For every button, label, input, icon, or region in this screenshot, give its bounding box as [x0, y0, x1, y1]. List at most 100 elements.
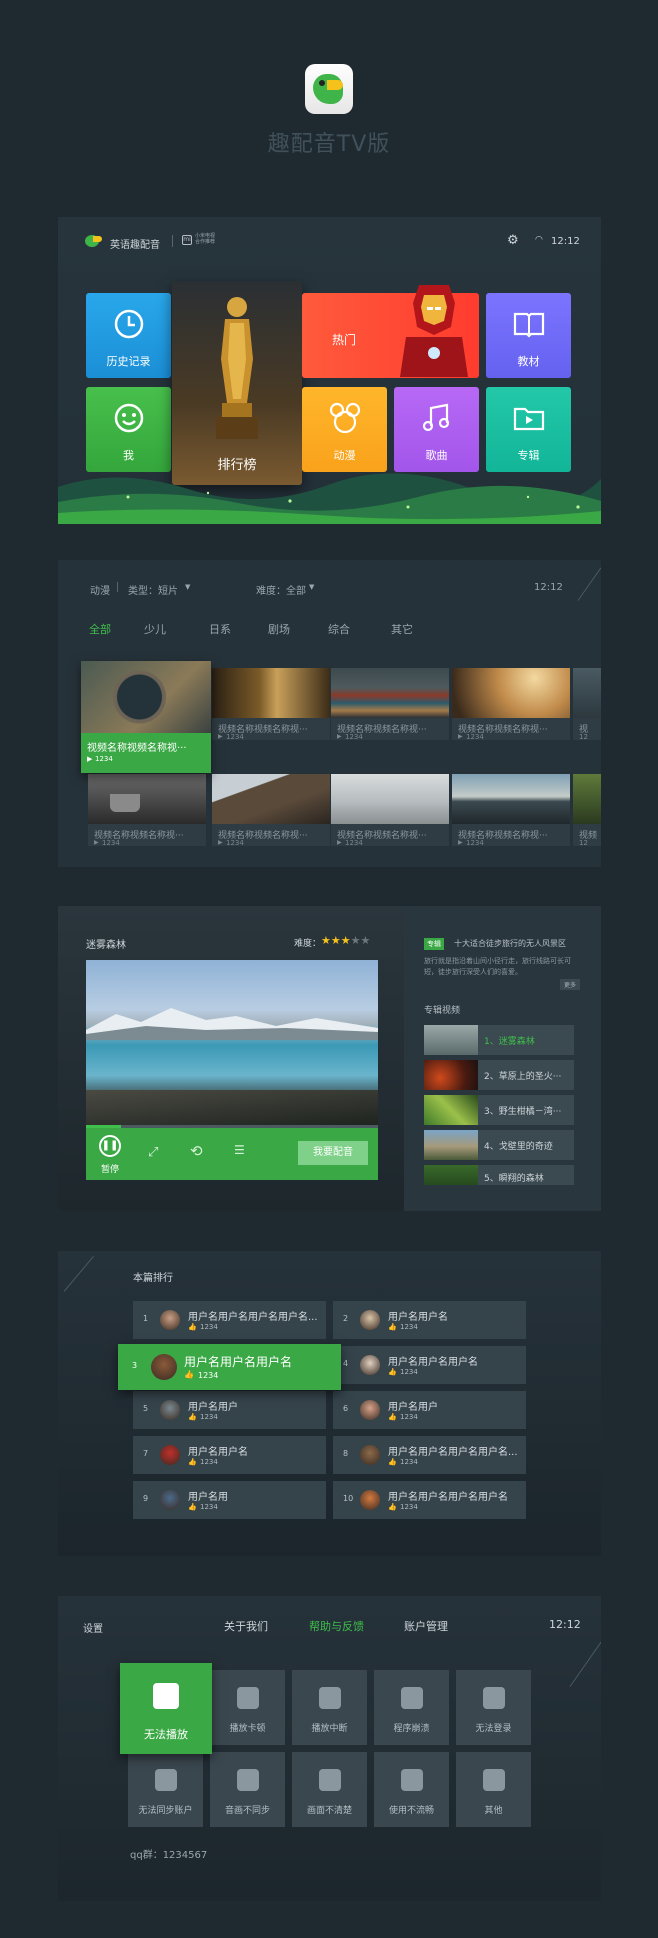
- login-fail-icon: [483, 1687, 505, 1709]
- settings-title: 设置: [83, 1624, 103, 1635]
- help-option-label: 音画不同步: [224, 1806, 270, 1816]
- help-option[interactable]: 使用不流畅: [374, 1752, 449, 1827]
- ranking-row[interactable]: 7 用户名用户名 👍 1234: [133, 1436, 326, 1474]
- fullscreen-icon[interactable]: ⤢: [148, 1145, 158, 1160]
- video-card[interactable]: 视频 12: [573, 774, 601, 846]
- tab-account[interactable]: 账户管理: [404, 1618, 448, 1634]
- filter-difficulty[interactable]: 难度：全部: [256, 582, 306, 597]
- album-badge: 专辑: [424, 938, 444, 950]
- help-option-label: 使用不流畅: [388, 1806, 434, 1816]
- ranking-row[interactable]: 1 用户名用户名用户名用户名... 👍 1234: [133, 1301, 326, 1339]
- user-name: 用户名用: [188, 1492, 228, 1503]
- video-frame[interactable]: [86, 960, 378, 1125]
- video-card[interactable]: 视频名称视频名称视··· ▶ 1234: [452, 774, 570, 846]
- video-card[interactable]: 视 12: [573, 668, 601, 740]
- avatar: [360, 1445, 380, 1465]
- tile-anime[interactable]: 动漫: [302, 387, 387, 472]
- tile-label: 歌曲: [425, 449, 448, 462]
- help-option[interactable]: 播放卡顿: [210, 1670, 285, 1745]
- ranking-row[interactable]: 9 用户名用 👍 1234: [133, 1481, 326, 1519]
- help-option[interactable]: 画面不清楚: [292, 1752, 367, 1827]
- tab-help-feedback[interactable]: 帮助与反馈: [309, 1618, 364, 1634]
- album-video-item[interactable]: 4、戈壁里的奇迹: [424, 1130, 574, 1160]
- help-option[interactable]: 程序崩溃: [374, 1670, 449, 1745]
- tile-hot[interactable]: 热门: [302, 285, 479, 378]
- ranking-row[interactable]: 8 用户名用户名用户名用户名... 👍 1234: [333, 1436, 526, 1474]
- filter-category[interactable]: 动漫: [90, 582, 110, 597]
- ranking-row[interactable]: 10 用户名用户名用户名用户名 👍 1234: [333, 1481, 526, 1519]
- ranking-row[interactable]: 2 用户名用户名 👍 1234: [333, 1301, 526, 1339]
- rank-number: 1: [143, 1314, 149, 1323]
- difficulty-stars: ★★★★★: [321, 934, 370, 947]
- filter-type[interactable]: 类型：短片: [128, 582, 178, 597]
- ranking-row[interactable]: 5 用户名用户 👍 1234: [133, 1391, 326, 1429]
- player-screen: 迷雾森林 难度： ★★★★★ ❚❚ 暂停 ⤢ ⟲ ☰ 我要配音 专辑 十大适合徒…: [58, 906, 601, 1211]
- more-button[interactable]: 更多: [560, 979, 581, 990]
- lag-icon: [237, 1687, 259, 1709]
- tile-album[interactable]: 专辑: [486, 387, 571, 472]
- tab-other[interactable]: 其它: [391, 621, 413, 637]
- album-video-item[interactable]: 3、野生柑橘－湾···: [424, 1095, 574, 1125]
- album-video-item[interactable]: 5、瞬翔的森林: [424, 1165, 574, 1185]
- tile-textbook[interactable]: 教材: [486, 293, 571, 378]
- tile-ranking[interactable]: 排行榜: [172, 281, 302, 485]
- clock: 12:12: [549, 1618, 581, 1631]
- tile-label: 教材: [517, 355, 540, 368]
- tile-me[interactable]: 我: [86, 387, 171, 472]
- help-option[interactable]: 播放中断: [292, 1670, 367, 1745]
- tab-kids[interactable]: 少儿: [144, 621, 166, 637]
- video-card[interactable]: 视频名称视频名称视··· ▶ 1234: [331, 774, 449, 846]
- user-name: 用户名用户名用户名: [184, 1355, 293, 1369]
- mickey-icon: [329, 402, 360, 434]
- tile-history[interactable]: 历史记录: [86, 293, 171, 378]
- album-video-item[interactable]: 1、迷雾森林: [424, 1025, 574, 1055]
- tab-japanese[interactable]: 日系: [209, 621, 231, 637]
- help-option[interactable]: 无法播放: [120, 1663, 212, 1754]
- smiley-icon: [114, 403, 143, 433]
- wifi-icon: ◠: [535, 235, 543, 245]
- app-logo: [305, 64, 353, 114]
- tab-all[interactable]: 全部: [89, 621, 111, 637]
- decorative-line: [577, 567, 601, 601]
- video-card[interactable]: 视频名称视频名称视··· ▶ 1234: [81, 661, 211, 773]
- video-card[interactable]: 视频名称视频名称视··· ▶ 1234: [212, 774, 330, 846]
- pause-icon[interactable]: ❚❚: [99, 1135, 121, 1157]
- user-name: 用户名用户: [388, 1402, 438, 1413]
- like-count: 1234: [198, 1371, 219, 1380]
- like-count: 1234: [400, 1368, 418, 1376]
- user-name: 用户名用户名: [388, 1312, 448, 1323]
- ironman-icon: [400, 285, 468, 377]
- tab-about[interactable]: 关于我们: [224, 1618, 268, 1634]
- album-video-item[interactable]: 2、草原上的圣火···: [424, 1060, 574, 1090]
- playlist-icon[interactable]: ☰: [234, 1143, 245, 1157]
- clock: 12:12: [534, 582, 563, 593]
- avatar: [360, 1400, 380, 1420]
- avatar: [360, 1310, 380, 1330]
- video-card[interactable]: 视频名称视频名称视··· ▶ 1234: [331, 668, 449, 740]
- rank-number: 2: [343, 1314, 349, 1323]
- video-card[interactable]: 视频名称视频名称视··· ▶ 1234: [452, 668, 570, 740]
- tile-label: 专辑: [517, 449, 540, 462]
- ranking-row[interactable]: 4 用户名用户名用户名 👍 1234: [333, 1346, 526, 1384]
- tile-label: 动漫: [333, 449, 356, 462]
- help-option[interactable]: 无法登录: [456, 1670, 531, 1745]
- tab-theater[interactable]: 剧场: [268, 621, 290, 637]
- help-option[interactable]: 无法同步账户: [128, 1752, 203, 1827]
- gear-icon[interactable]: ⚙: [507, 233, 519, 248]
- rank-number: 5: [143, 1404, 149, 1413]
- thumbs-up-icon: 👍: [388, 1503, 397, 1511]
- chevron-down-icon: ▼: [185, 583, 191, 591]
- tab-general[interactable]: 综合: [328, 621, 350, 637]
- help-option[interactable]: 音画不同步: [210, 1752, 285, 1827]
- ranking-title: 本篇排行: [133, 1273, 173, 1284]
- avatar: [360, 1490, 380, 1510]
- ranking-row[interactable]: 6 用户名用户 👍 1234: [333, 1391, 526, 1429]
- tile-songs[interactable]: 歌曲: [394, 387, 479, 472]
- dub-button[interactable]: 我要配音: [298, 1141, 368, 1165]
- video-card[interactable]: 视频名称视频名称视··· ▶ 1234: [212, 668, 330, 740]
- video-card[interactable]: 视频名称视频名称视··· ▶ 1234: [88, 774, 206, 846]
- help-option[interactable]: 其他: [456, 1752, 531, 1827]
- divider: [172, 235, 173, 247]
- loop-icon[interactable]: ⟲: [190, 1142, 203, 1160]
- ranking-row[interactable]: 3 用户名用户名用户名 👍 1234: [118, 1344, 341, 1390]
